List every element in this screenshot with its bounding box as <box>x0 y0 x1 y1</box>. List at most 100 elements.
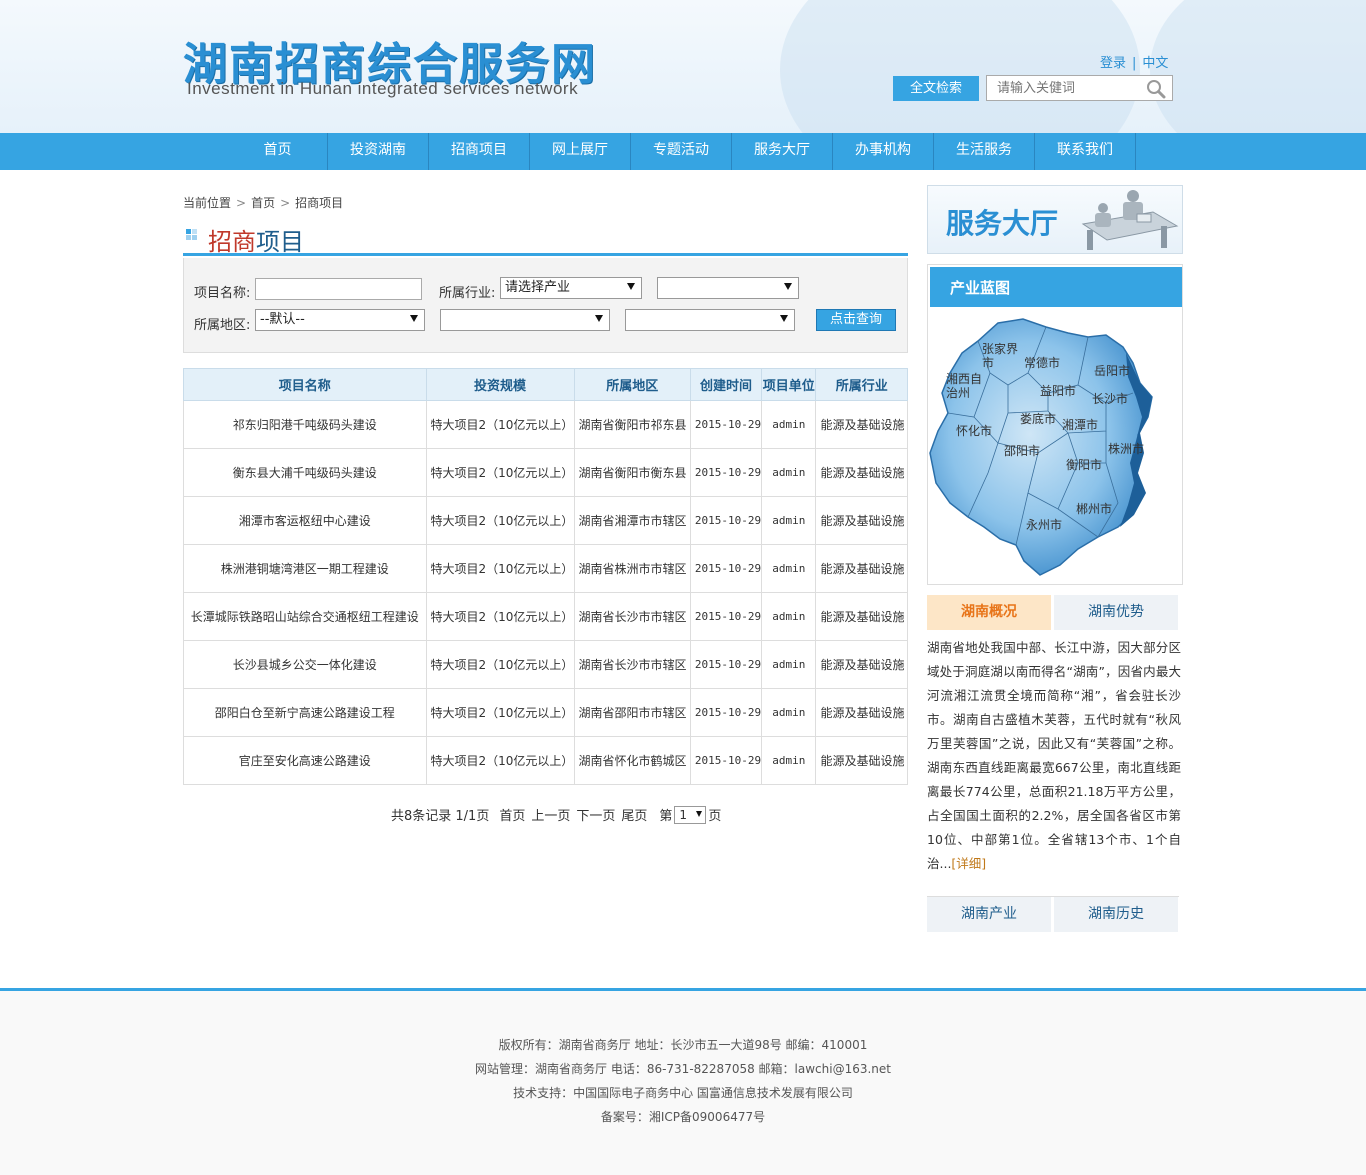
industry-cell: 能源及基础设施 <box>815 544 908 593</box>
investment-scale-cell: 特大项目2（10亿元以上） <box>425 448 575 497</box>
map-region-label[interactable]: 市 <box>982 355 994 370</box>
page-title: 招商项目 <box>208 228 304 256</box>
tab-hunan-overview[interactable]: 湖南概况 <box>927 595 1051 630</box>
map-region-label[interactable]: 郴州市 <box>1076 501 1112 516</box>
project-name-cell[interactable]: 长沙县城乡公交一体化建设 <box>183 640 427 689</box>
breadcrumb-home[interactable]: 首页 <box>251 196 275 210</box>
chevron-down-icon <box>784 283 792 290</box>
table-row[interactable]: 长沙县城乡公交一体化建设 特大项目2（10亿元以上） 湖南省长沙市市辖区 2015-1… <box>183 640 908 689</box>
map-region-label[interactable]: 长沙市 <box>1092 391 1128 406</box>
map-region-label[interactable]: 张家界 <box>982 341 1018 356</box>
map-region-label[interactable]: 治州 <box>946 386 970 400</box>
column-header: 投资规模 <box>425 368 575 401</box>
investment-scale-cell: 特大项目2（10亿元以上） <box>425 496 575 545</box>
nav-item[interactable]: 专题活动 <box>631 133 732 170</box>
project-unit-cell: admin <box>761 448 817 497</box>
nav-item[interactable]: 首页 <box>228 133 328 170</box>
hunan-intro-text: 湖南省地处我国中部、长江中游，因大部分区域处于洞庭湖以南而得名“湖南”，因省内最… <box>927 640 1181 871</box>
tab-hunan-history[interactable]: 湖南历史 <box>1054 897 1178 932</box>
title-bullet-icon <box>186 229 202 245</box>
table-row[interactable]: 邵阳白仓至新宁高速公路建设工程 特大项目2（10亿元以上） 湖南省邵阳市市辖区 201… <box>183 688 908 737</box>
industry-cell: 能源及基础设施 <box>815 400 908 449</box>
created-date-cell: 2015-10-29 <box>689 544 763 593</box>
fulltext-search-button[interactable]: 全文检索 <box>893 76 979 101</box>
map-region-label[interactable]: 湘西自 <box>946 371 982 386</box>
nav-item[interactable]: 招商项目 <box>429 133 530 170</box>
site-footer: 版权所有：湖南省商务厅 地址：长沙市五一大道98号 邮编：410001 网站管理… <box>0 988 1366 1175</box>
query-button[interactable]: 点击查询 <box>816 309 896 331</box>
map-region-label[interactable]: 永州市 <box>1026 517 1062 532</box>
tab-hunan-advantages[interactable]: 湖南优势 <box>1054 595 1178 630</box>
map-region-label[interactable]: 娄底市 <box>1020 411 1056 426</box>
chevron-down-icon <box>780 315 788 322</box>
map-region-label[interactable]: 株洲市 <box>1108 441 1144 456</box>
map-region-label[interactable]: 湘潭市 <box>1062 417 1098 432</box>
map-region-label[interactable]: 怀化市 <box>956 423 992 438</box>
first-page-link[interactable]: 首页 <box>499 805 525 824</box>
project-name-cell[interactable]: 湘潭市客运枢纽中心建设 <box>183 496 427 545</box>
region-cell: 湖南省长沙市市辖区 <box>573 592 691 641</box>
login-link[interactable]: 登录 <box>1100 56 1126 71</box>
nav-item[interactable]: 服务大厅 <box>732 133 833 170</box>
column-header: 所属地区 <box>573 368 691 401</box>
service-hall-banner[interactable]: 服务大厅 <box>927 185 1183 254</box>
prev-page-link[interactable]: 上一页 <box>531 805 570 824</box>
investment-scale-cell: 特大项目2（10亿元以上） <box>425 736 575 785</box>
next-page-link[interactable]: 下一页 <box>576 805 615 824</box>
region-cell: 湖南省邵阳市市辖区 <box>573 688 691 737</box>
tab-hunan-industry[interactable]: 湖南产业 <box>927 897 1051 932</box>
created-date-cell: 2015-10-29 <box>689 448 763 497</box>
goto-suffix: 页 <box>708 809 722 824</box>
map-region-label[interactable]: 邵阳市 <box>1004 443 1040 458</box>
column-header: 创建时间 <box>689 368 763 401</box>
table-row[interactable]: 祁东归阳港千吨级码头建设 特大项目2（10亿元以上） 湖南省衡阳市祁东县 2015-1… <box>183 400 908 449</box>
industry-sub-select[interactable] <box>657 277 799 299</box>
page-select[interactable]: 1 <box>674 805 707 824</box>
footer-copyright: 版权所有：湖南省商务厅 地址：长沙市五一大道98号 邮编：410001 <box>498 1038 868 1052</box>
table-row[interactable]: 官庄至安化高速公路建设 特大项目2（10亿元以上） 湖南省怀化市鹤城区 2015-10… <box>183 736 908 785</box>
column-header: 项目名称 <box>183 368 427 401</box>
map-region-label[interactable]: 衡阳市 <box>1066 457 1102 472</box>
map-region-label[interactable]: 益阳市 <box>1040 383 1076 398</box>
intro-more-link[interactable]: [详细] <box>951 856 986 871</box>
region-cell: 湖南省株洲市市辖区 <box>573 544 691 593</box>
last-page-link[interactable]: 尾页 <box>621 805 647 824</box>
nav-item[interactable]: 生活服务 <box>934 133 1035 170</box>
industry-map-panel: 产业蓝图 张家界市常德市 岳阳市 湘西自 治州 益阳市长沙市 怀化市 娄底市 湘… <box>927 264 1183 585</box>
region-cell: 湖南省长沙市市辖区 <box>573 640 691 689</box>
project-name-cell[interactable]: 祁东归阳港千吨级码头建设 <box>183 400 427 449</box>
industry-cell: 能源及基础设施 <box>815 688 908 737</box>
project-name-cell[interactable]: 衡东县大浦千吨级码头建设 <box>183 448 427 497</box>
investment-scale-cell: 特大项目2（10亿元以上） <box>425 400 575 449</box>
search-icon[interactable] <box>1146 79 1166 99</box>
project-name-input[interactable] <box>255 278 422 300</box>
chevron-right-icon: > <box>280 196 291 210</box>
industry-cell: 能源及基础设施 <box>815 640 908 689</box>
map-region-label[interactable]: 常德市 <box>1024 355 1060 370</box>
hunan-map[interactable]: 张家界市 常德市岳阳市湘西自治州 益阳市长沙市怀化市 娄底市 湘潭市株洲市 邵阳市衡阳市郴… <box>928 313 1182 583</box>
pagination: 共8条记录 1/1页 首页 上一页 下一页 尾页 第 1 页 <box>391 805 731 824</box>
breadcrumb-current: 招商项目 <box>295 196 344 210</box>
region-county-select[interactable] <box>625 309 795 331</box>
project-name-cell[interactable]: 官庄至安化高速公路建设 <box>183 736 427 785</box>
language-link[interactable]: 中文 <box>1142 56 1168 71</box>
search-input[interactable] <box>987 76 1137 100</box>
project-name-cell[interactable]: 长潭城际铁路昭山站综合交通枢纽工程建设 <box>183 592 427 641</box>
table-row[interactable]: 衡东县大浦千吨级码头建设 特大项目2（10亿元以上） 湖南省衡阳市衡东县 2015-1… <box>183 448 908 497</box>
project-name-cell[interactable]: 株洲港铜塘湾港区一期工程建设 <box>183 544 427 593</box>
region-cell: 湖南省湘潭市市辖区 <box>573 496 691 545</box>
nav-item[interactable]: 办事机构 <box>833 133 934 170</box>
table-row[interactable]: 株洲港铜塘湾港区一期工程建设 特大项目2（10亿元以上） 湖南省株洲市市辖区 2015… <box>183 544 908 593</box>
nav-item[interactable]: 联系我们 <box>1035 133 1136 170</box>
project-name-cell[interactable]: 邵阳白仓至新宁高速公路建设工程 <box>183 688 427 737</box>
column-header: 所属行业 <box>815 368 908 401</box>
region-city-select[interactable] <box>440 309 610 331</box>
region-select[interactable]: --默认-- <box>255 309 425 331</box>
nav-item[interactable]: 网上展厅 <box>530 133 631 170</box>
goto-prefix: 第 <box>659 809 673 824</box>
table-row[interactable]: 湘潭市客运枢纽中心建设 特大项目2（10亿元以上） 湖南省湘潭市市辖区 2015-10… <box>183 496 908 545</box>
table-row[interactable]: 长潭城际铁路昭山站综合交通枢纽工程建设 特大项目2（10亿元以上） 湖南省长沙市市辖… <box>183 592 908 641</box>
industry-select[interactable]: 请选择产业 <box>500 277 642 299</box>
nav-item[interactable]: 投资湖南 <box>328 133 429 170</box>
map-region-label[interactable]: 岳阳市 <box>1094 363 1130 378</box>
